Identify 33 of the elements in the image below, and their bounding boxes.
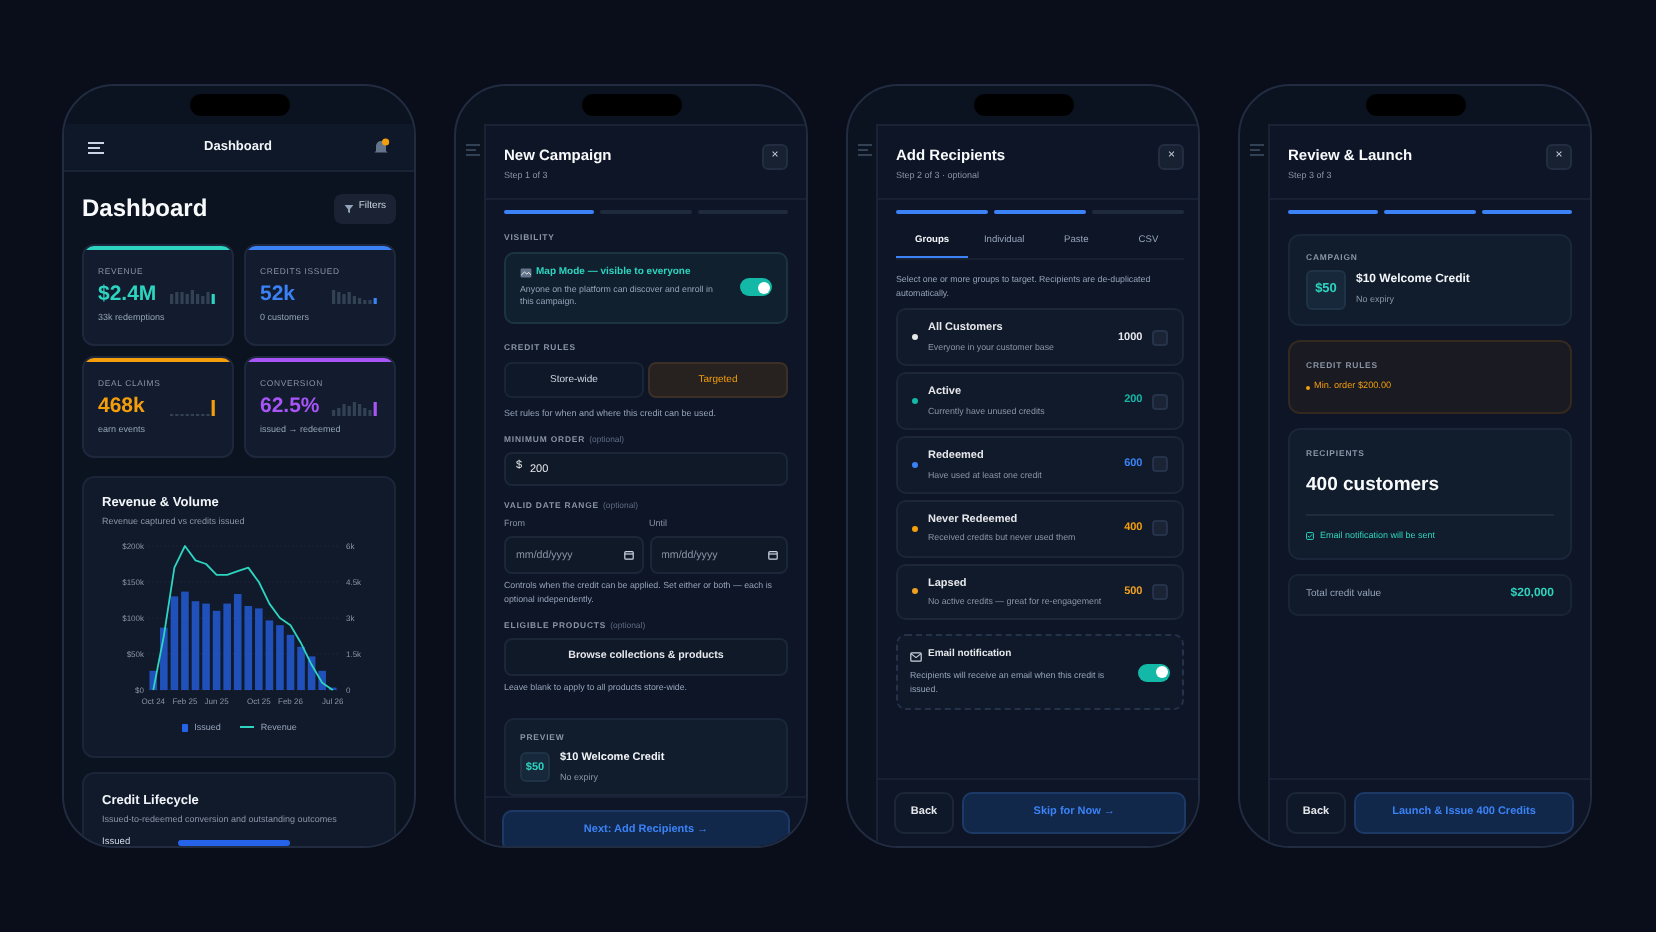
stat-value: 52k (260, 283, 296, 305)
bell-icon (371, 138, 390, 156)
calendar-icon (768, 550, 778, 561)
menu-icon (466, 144, 480, 156)
checkbox[interactable] (1152, 520, 1169, 537)
page-heading: Dashboard (82, 192, 208, 226)
menu-icon (1250, 144, 1264, 156)
menu-icon (88, 141, 104, 153)
toggle-switch[interactable] (740, 278, 772, 297)
recipient-count: 400 customers (1306, 472, 1442, 501)
stat-value: 468k (98, 395, 145, 417)
checkbox[interactable] (1152, 583, 1169, 600)
notch (582, 94, 682, 116)
mail-icon (910, 651, 922, 662)
stat-value: 62.5% (260, 395, 320, 417)
sparkline-drawing (332, 398, 380, 417)
menu-icon (858, 144, 872, 156)
checkbox[interactable] (1152, 456, 1169, 473)
checkbox[interactable] (1152, 329, 1169, 346)
legend-swatch (181, 724, 189, 732)
map-icon (520, 268, 532, 279)
toggle-switch[interactable] (1138, 663, 1171, 682)
filter-icon (344, 203, 355, 213)
checkbox-icon (1306, 531, 1314, 540)
calendar-icon (623, 550, 633, 561)
sparkline-drawing (332, 286, 380, 305)
notch (974, 94, 1074, 116)
sparkline-drawing (170, 398, 218, 417)
notch (190, 94, 290, 116)
stat-value: $2.4M (98, 283, 157, 305)
sparkline-drawing (170, 286, 218, 305)
checkbox[interactable] (1152, 393, 1169, 410)
notch (1366, 94, 1466, 116)
